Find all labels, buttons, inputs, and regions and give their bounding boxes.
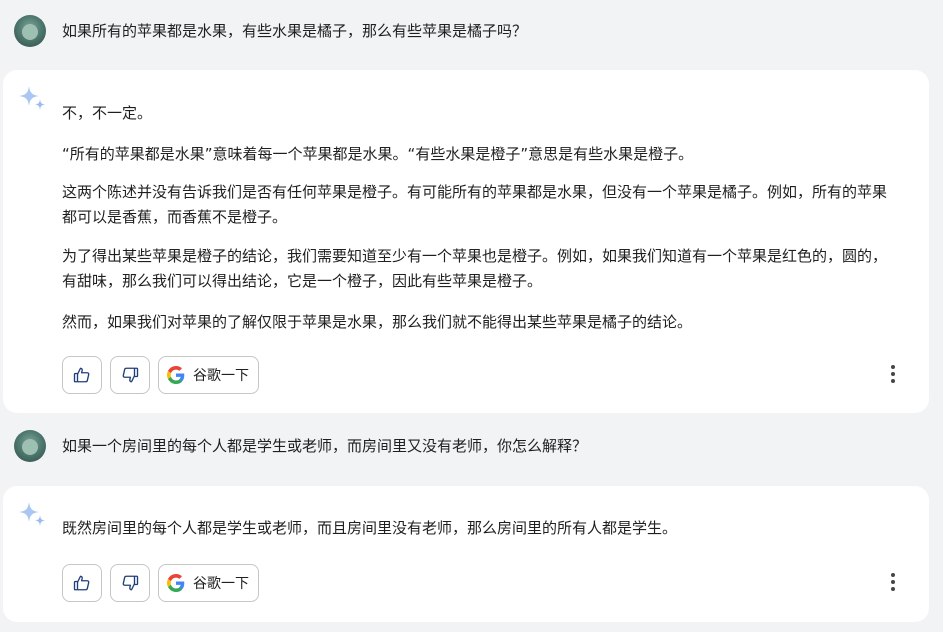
thumbs-up-button[interactable]	[62, 356, 102, 394]
google-it-label: 谷歌一下	[193, 576, 249, 592]
user-prompt-text: 如果所有的苹果都是水果，有些水果是橘子，那么有些苹果是橘子吗？	[62, 22, 528, 40]
thumbs-down-icon	[122, 575, 139, 591]
google-it-label: 谷歌一下	[193, 368, 249, 384]
thumbs-down-button[interactable]	[110, 356, 150, 394]
thumbs-down-icon	[122, 367, 139, 383]
user-message-2: 如果一个房间里的每个人都是学生或老师，而房间里又没有老师，你怎么解释？	[0, 430, 943, 474]
more-vert-icon[interactable]	[883, 570, 903, 594]
more-vert-icon[interactable]	[883, 362, 903, 386]
google-g-icon	[167, 574, 185, 592]
response-paragraph: 这两个陈述并没有告诉我们是否有任何苹果是橙子。有可能所有的苹果都是水果，但没有一…	[62, 183, 888, 226]
google-it-button[interactable]: 谷歌一下	[158, 564, 259, 602]
sparkle-icon	[19, 502, 45, 526]
response-paragraph: 然而，如果我们对苹果的了解仅限于苹果是水果，那么我们就不能得出某些苹果是橘子的结…	[62, 313, 693, 331]
sparkle-icon	[19, 86, 45, 110]
response-paragraph: 为了得出某些苹果是橙子的结论，我们需要知道至少有一个苹果也是橙子。例如，如果我们…	[62, 247, 888, 290]
thumbs-up-icon	[73, 575, 90, 591]
google-it-button[interactable]: 谷歌一下	[158, 356, 259, 394]
response-paragraph: “所有的苹果都是水果”意味着每一个苹果都是水果。“有些水果是橙子”意思是有些水果…	[62, 145, 694, 163]
response-card-1: 不，不一定。 “所有的苹果都是水果”意味着每一个苹果都是水果。“有些水果是橙子”…	[3, 70, 929, 413]
user-message-1: 如果所有的苹果都是水果，有些水果是橘子，那么有些苹果是橘子吗？	[0, 15, 943, 59]
thumbs-up-button[interactable]	[62, 564, 102, 602]
thumbs-up-icon	[73, 367, 90, 383]
response-paragraph: 不，不一定。	[62, 104, 153, 122]
thumbs-down-button[interactable]	[110, 564, 150, 602]
user-avatar	[14, 15, 46, 47]
response-paragraph: 既然房间里的每个人都是学生或老师，而且房间里没有老师，那么房间里的所有人都是学生…	[62, 519, 678, 537]
response-card-2: 既然房间里的每个人都是学生或老师，而且房间里没有老师，那么房间里的所有人都是学生…	[3, 486, 929, 622]
user-avatar	[14, 430, 46, 462]
user-prompt-text: 如果一个房间里的每个人都是学生或老师，而房间里又没有老师，你怎么解释？	[62, 437, 588, 455]
google-g-icon	[167, 366, 185, 384]
